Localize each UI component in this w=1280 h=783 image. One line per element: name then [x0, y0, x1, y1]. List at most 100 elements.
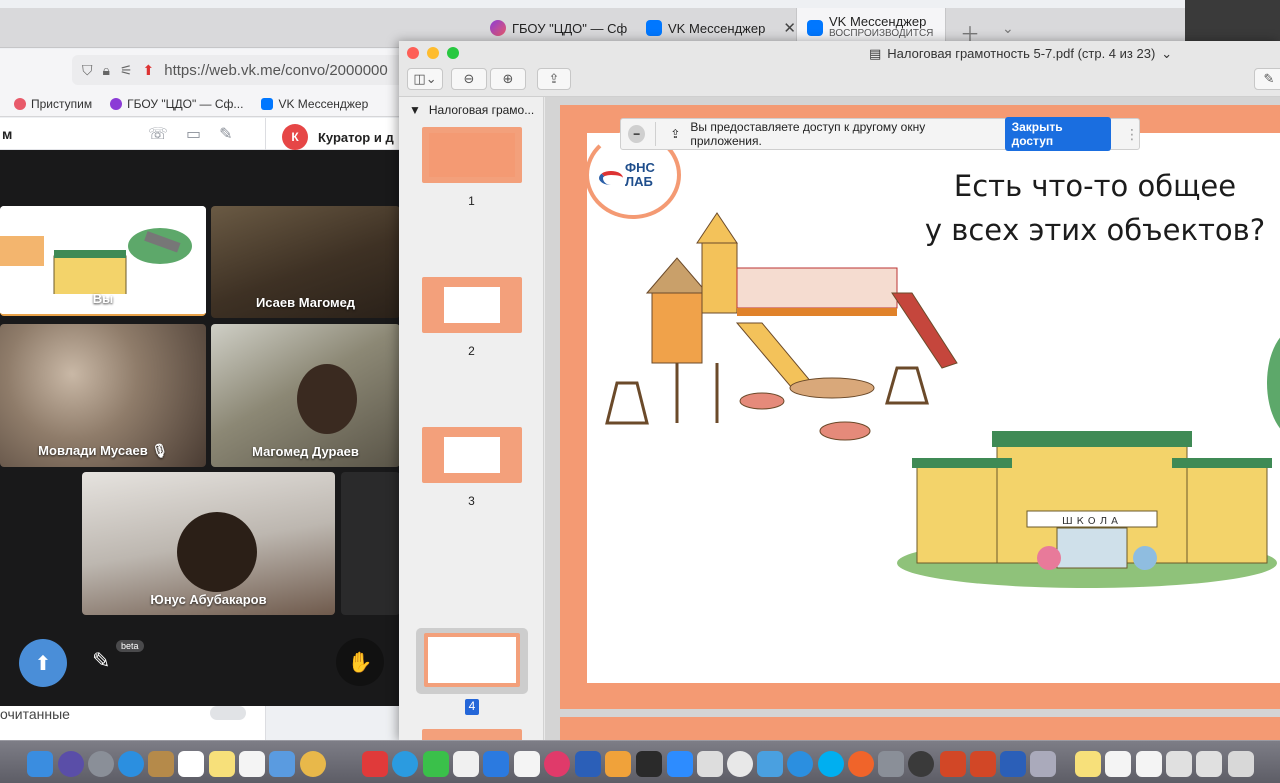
video-tile[interactable]: Юнус Абубакаров: [82, 472, 335, 615]
minimize-window-button[interactable]: [427, 47, 439, 59]
firefox-icon[interactable]: [848, 751, 874, 777]
school-illustration: ШКОЛА: [897, 431, 1277, 588]
document-icon[interactable]: [1136, 751, 1162, 777]
zoom-in-button[interactable]: ⊕: [490, 68, 526, 90]
facetime-icon[interactable]: [423, 751, 449, 777]
photos-icon[interactable]: [300, 751, 326, 777]
share-window-icon: ⇪: [670, 127, 681, 141]
participant-name: Вы: [92, 291, 114, 306]
powerpoint-icon[interactable]: [970, 751, 996, 777]
chat-title: Куратор и д: [318, 129, 394, 145]
page-thumbnail[interactable]: [424, 633, 520, 687]
hand-icon: ✋: [347, 651, 373, 674]
slide-title: Есть что-то общее у всех этих объектов?: [890, 164, 1280, 252]
finder-icon[interactable]: [27, 751, 53, 777]
video-tile[interactable]: Мовлади Мусаев 🎙︎: [0, 324, 206, 467]
avatar: К: [282, 124, 308, 150]
anydesk-icon[interactable]: [362, 751, 388, 777]
app-icon[interactable]: [636, 751, 662, 777]
numbers-icon[interactable]: [453, 751, 479, 777]
chrome-icon[interactable]: [727, 751, 753, 777]
page-number: 1: [468, 194, 475, 208]
quicktime-icon[interactable]: [908, 751, 934, 777]
permissions-icon[interactable]: ⚟: [120, 62, 133, 79]
contacts-icon[interactable]: [148, 751, 174, 777]
trash-icon[interactable]: [1228, 751, 1254, 777]
siri-icon[interactable]: [58, 751, 84, 777]
thumbnail-sidebar: ▼ Налоговая грамо... 1 2 3 4: [399, 97, 544, 741]
chevron-down-icon[interactable]: ⌄: [1002, 20, 1014, 37]
bookmark-item[interactable]: Приступим: [14, 97, 92, 111]
raise-hand-button[interactable]: ✋: [336, 638, 384, 686]
sidebar-toggle-button[interactable]: ◫⌄: [407, 68, 443, 90]
app-icon[interactable]: [757, 751, 783, 777]
zoom-window-button[interactable]: [447, 47, 459, 59]
page-thumbnail[interactable]: [422, 277, 522, 333]
sidebar-icon: ◫⌄: [413, 71, 437, 86]
video-tile-self[interactable]: Вы: [0, 206, 206, 316]
close-icon[interactable]: ✕: [783, 19, 794, 37]
skype-icon[interactable]: [818, 751, 844, 777]
safari-icon[interactable]: [118, 751, 144, 777]
page-thumbnail[interactable]: [422, 427, 522, 483]
keynote-icon[interactable]: [483, 751, 509, 777]
pages-icon[interactable]: [514, 751, 540, 777]
share-button[interactable]: ⇪: [537, 68, 571, 90]
page-thumbnail[interactable]: [422, 127, 522, 183]
zoom-out-icon: ⊖: [463, 71, 475, 86]
slide-title-line2: у всех этих объектов?: [924, 213, 1266, 247]
screen-share-button[interactable]: ⬆: [19, 639, 67, 687]
bookmark-label: ГБОУ "ЦДО" — Сф...: [127, 96, 244, 111]
document-title-text: Налоговая грамотность 5-7.pdf (стр. 4 из…: [887, 46, 1156, 61]
document-icon[interactable]: [1105, 751, 1131, 777]
system-preferences-icon[interactable]: [878, 751, 904, 777]
messages-icon[interactable]: [392, 751, 418, 777]
reminders-icon[interactable]: [239, 751, 265, 777]
screenshot-icon[interactable]: [697, 751, 723, 777]
launchpad-icon[interactable]: [88, 751, 114, 777]
folder-icon[interactable]: [1166, 751, 1192, 777]
books-icon[interactable]: [605, 751, 631, 777]
draw-button[interactable]: ✎: [92, 648, 110, 674]
unread-toggle[interactable]: [210, 706, 246, 720]
notes-icon[interactable]: [209, 751, 235, 777]
video-call-panel: Вы Исаев Магомед Мовлади Мусаев 🎙︎ Магом…: [0, 150, 400, 706]
word-icon[interactable]: [1000, 751, 1026, 777]
stop-sharing-button[interactable]: Закрыть доступ: [1004, 117, 1112, 151]
calendar-icon[interactable]: [178, 751, 204, 777]
screen-share-icon[interactable]: ⬆: [143, 62, 155, 79]
word-icon[interactable]: [575, 751, 601, 777]
logo-text: ФНС ЛАБ: [625, 161, 655, 189]
zoom-icon[interactable]: [667, 751, 693, 777]
sidebar-header[interactable]: ▼ Налоговая грамо...: [409, 103, 534, 117]
close-window-button[interactable]: [407, 47, 419, 59]
folder-icon[interactable]: [1196, 751, 1222, 777]
drag-handle-icon[interactable]: ⋮: [1125, 126, 1139, 143]
minimize-banner-icon[interactable]: −: [628, 125, 646, 143]
zoom-out-button[interactable]: ⊖: [451, 68, 487, 90]
vk-title: м: [2, 126, 13, 142]
document-icon[interactable]: [1075, 751, 1101, 777]
chevron-down-icon: ⌄: [1161, 46, 1173, 61]
bookmark-item[interactable]: ГБОУ "ЦДО" — Сф...: [110, 97, 243, 111]
participant-name-text: Мовлади Мусаев: [38, 443, 148, 458]
document-title[interactable]: ▤ Налоговая грамотность 5-7.pdf (стр. 4 …: [869, 46, 1172, 62]
chat-header[interactable]: К Куратор и д: [282, 124, 394, 150]
video-tile[interactable]: [341, 472, 400, 615]
app-store-icon[interactable]: [787, 751, 813, 777]
bookmark-item[interactable]: VK Мессенджер: [261, 97, 368, 111]
participant-name: Магомед Дураев: [252, 444, 359, 459]
gboy-icon: [490, 20, 506, 36]
powerpoint-icon[interactable]: [940, 751, 966, 777]
music-icon[interactable]: [544, 751, 570, 777]
video-tile[interactable]: Исаев Магомед: [211, 206, 400, 318]
add-call-icon[interactable]: ☏: [148, 124, 168, 144]
bookmark-label: VK Мессенджер: [278, 96, 369, 111]
address-bar[interactable]: ⛉ 🔒︎ ⚟ ⬆ https://web.vk.me/convo/2000000: [72, 55, 412, 85]
archive-icon[interactable]: ▭: [186, 124, 201, 144]
preview-app-icon[interactable]: [269, 751, 295, 777]
markup-button[interactable]: ✎: [1254, 68, 1280, 90]
compose-icon[interactable]: ✎: [219, 124, 232, 144]
app-icon[interactable]: [1030, 751, 1056, 777]
video-tile[interactable]: Магомед Дураев: [211, 324, 400, 467]
